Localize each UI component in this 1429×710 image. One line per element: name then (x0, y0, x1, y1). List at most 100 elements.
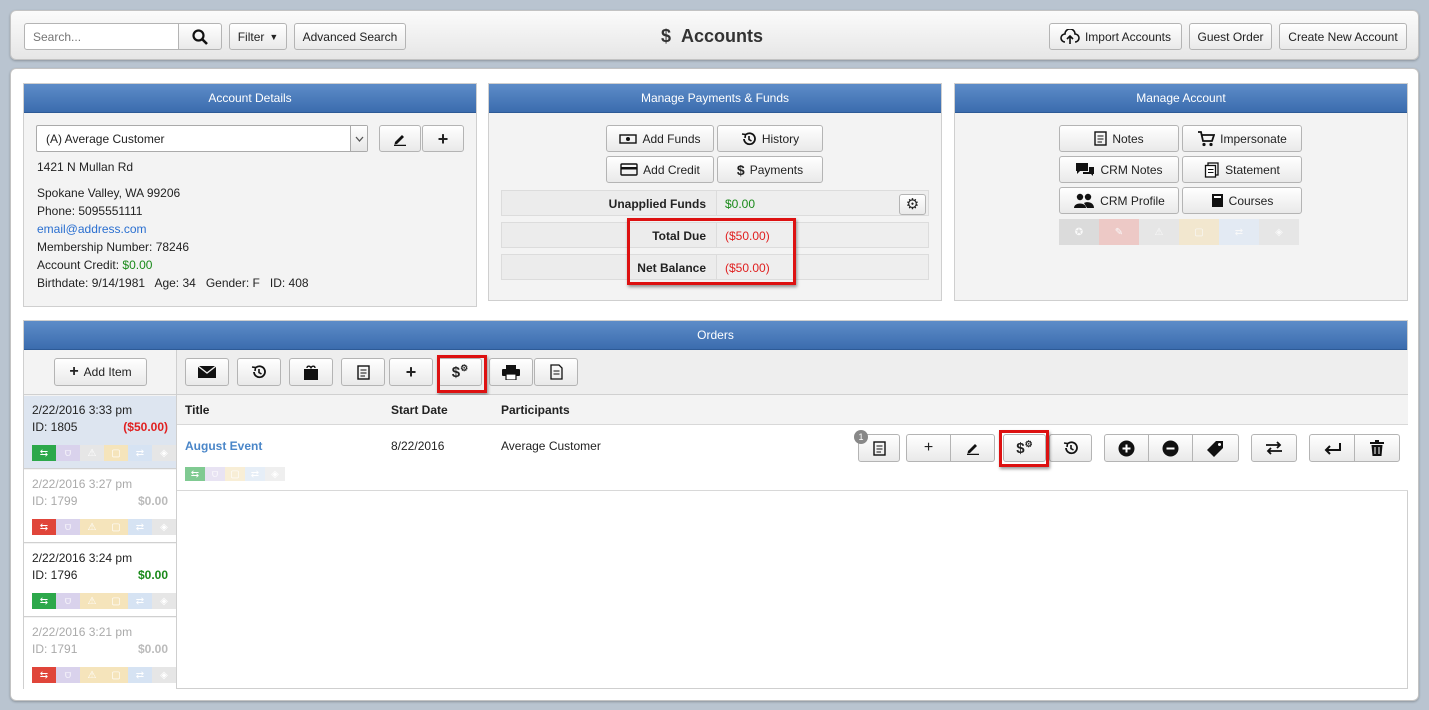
order-date: 2/22/2016 3:24 pm (32, 551, 133, 565)
dollar-icon: $ (736, 161, 745, 178)
warning-icon: ⚠ (80, 519, 104, 535)
order-status-icons: ⇆ ⩌ ⚠ ▢ ⇄ ◈ (32, 445, 176, 461)
order-amount: ($50.00) (123, 420, 168, 434)
repeat-icon: ⇄ (128, 667, 152, 683)
document-icon: ▢ (104, 445, 128, 461)
impersonate-label: Impersonate (1220, 131, 1287, 146)
transfer-icon: ⇆ (32, 593, 56, 609)
order-list-item[interactable]: 2/22/2016 3:21 pm ID: 1791 $0.00 ⇆ ⩌ ⚠ ▢ ⇄ ◈ (24, 618, 176, 691)
chevron-down-icon[interactable] (350, 126, 367, 151)
item-edit-button[interactable] (950, 434, 995, 462)
email-link[interactable]: email@address.com (37, 222, 147, 236)
payments-button[interactable]: $ Payments (717, 156, 823, 183)
age: Age: 34 (154, 276, 196, 290)
search-input[interactable] (24, 23, 179, 50)
add-credit-button[interactable]: Add Credit (606, 156, 714, 183)
create-account-button[interactable]: Create New Account (1279, 23, 1407, 50)
receipt-button[interactable] (534, 358, 578, 386)
printer-icon (502, 364, 520, 380)
account-details-heading: Account Details (24, 84, 476, 113)
order-date: 2/22/2016 3:33 pm (32, 403, 133, 417)
transfer-arrows-icon (1266, 441, 1282, 455)
item-add-button[interactable]: + (906, 434, 951, 462)
gender: Gender: F (205, 276, 260, 290)
order-id: ID: 1799 (32, 494, 78, 508)
item-transfer-button[interactable] (1251, 434, 1297, 462)
cloud-upload-icon (1060, 28, 1080, 44)
unapplied-funds-value: $0.00 (716, 191, 928, 215)
plus-circle-icon (1118, 440, 1135, 456)
transfer-icon: ⇆ (32, 445, 56, 461)
repeat-icon: ⇄ (128, 519, 152, 535)
item-increase-button[interactable] (1104, 434, 1149, 462)
item-return-button[interactable] (1309, 434, 1355, 462)
crm-notes-button[interactable]: CRM Notes (1059, 156, 1179, 183)
box-icon: ◈ (152, 593, 176, 609)
statement-button[interactable]: Statement (1182, 156, 1302, 183)
search-button[interactable] (178, 23, 222, 50)
order-table-header: Title Start Date Participants (177, 395, 1408, 425)
dollar-icon: $ (661, 26, 672, 46)
statement-icon (1204, 161, 1219, 178)
orders-list: + Add Item 2/22/2016 3:33 pm ID: 1805 ($5… (24, 350, 177, 691)
add-account-button[interactable]: + (422, 125, 464, 152)
box-icon: ◈ (1259, 219, 1299, 245)
notes-button[interactable]: Notes (1059, 125, 1179, 152)
history-label: History (761, 131, 800, 146)
history-button[interactable]: History (717, 125, 823, 152)
account-credit-value: $0.00 (122, 258, 153, 272)
item-discount-button[interactable] (1192, 434, 1239, 462)
crm-profile-button[interactable]: CRM Profile (1059, 187, 1179, 214)
order-list-item[interactable]: 2/22/2016 3:24 pm ID: 1796 $0.00 ⇆ ⩌ ⚠ ▢ ⇄ ◈ (24, 544, 176, 617)
order-status-icons: ⇆ ⩌ ⚠ ▢ ⇄ ◈ (32, 667, 176, 683)
document-icon (549, 364, 563, 380)
print-button[interactable] (489, 358, 533, 386)
item-decrease-button[interactable] (1148, 434, 1193, 462)
import-accounts-button[interactable]: Import Accounts (1049, 23, 1182, 50)
notes-icon (356, 364, 370, 380)
crm-profile-label: CRM Profile (1100, 193, 1165, 208)
repeat-icon: ⇄ (245, 467, 265, 481)
add-funds-button[interactable]: Add Funds (606, 125, 714, 152)
order-status-icons: ⇆ ⩌ ⚠ ▢ ⇄ ◈ (32, 593, 176, 609)
col-start-date: Start Date (391, 403, 448, 417)
chat-bubbles-icon (1076, 162, 1095, 176)
order-status-icons: ⇆ ⩌ ⚠ ▢ ⇄ ◈ (32, 519, 176, 535)
warning-icon: ⚠ (1139, 219, 1179, 245)
edit-account-button[interactable] (379, 125, 421, 152)
courses-label: Courses (1228, 193, 1274, 208)
add-item-button[interactable]: + Add Item (54, 358, 147, 386)
gift-button[interactable] (289, 358, 333, 386)
filter-button[interactable]: Filter ▼ (229, 23, 287, 50)
warning-icon: ⚠ (80, 667, 104, 683)
item-history-button[interactable] (1049, 434, 1092, 462)
order-item-title-link[interactable]: August Event (185, 439, 262, 453)
account-select[interactable]: (A) Average Customer (36, 125, 368, 152)
order-date: 2/22/2016 3:27 pm (32, 477, 133, 491)
book-icon (1211, 194, 1223, 207)
advanced-search-button[interactable]: Advanced Search (294, 23, 406, 50)
order-history-button[interactable] (237, 358, 281, 386)
guest-order-button[interactable]: Guest Order (1189, 23, 1272, 50)
order-list-item[interactable]: 2/22/2016 3:27 pm ID: 1799 $0.00 ⇆ ⩌ ⚠ ▢ ⇄ ◈ (24, 470, 176, 543)
orders-panel: Orders + Add Item 2/22/2016 3:33 pm ID: … (23, 320, 1408, 691)
address-line1: 1421 N Mullan Rd (37, 160, 134, 174)
plus-icon: + (437, 128, 449, 149)
unapplied-funds-label: Unapplied Funds (608, 197, 706, 211)
impersonate-button[interactable]: Impersonate (1182, 125, 1302, 152)
filter-label: Filter (237, 29, 265, 44)
box-icon: ◈ (152, 667, 176, 683)
account-credit-label: Account Credit: (37, 258, 120, 272)
page-title: $ Accounts (661, 26, 763, 47)
courses-button[interactable]: Courses (1182, 187, 1302, 214)
notes-icon (872, 440, 886, 456)
email-order-button[interactable] (185, 358, 229, 386)
order-notes-button[interactable] (341, 358, 385, 386)
add-order-button[interactable]: + (389, 358, 433, 386)
item-delete-button[interactable] (1354, 434, 1400, 462)
notes-label: Notes (1112, 131, 1144, 146)
order-list-item[interactable]: 2/22/2016 3:33 pm ID: 1805 ($50.00) ⇆ ⩌ ⚠ ▢ ⇄… (24, 396, 176, 469)
highlight-payment-button (437, 355, 487, 393)
funds-settings-button[interactable]: ⚙ (899, 194, 926, 215)
col-title: Title (185, 403, 210, 417)
